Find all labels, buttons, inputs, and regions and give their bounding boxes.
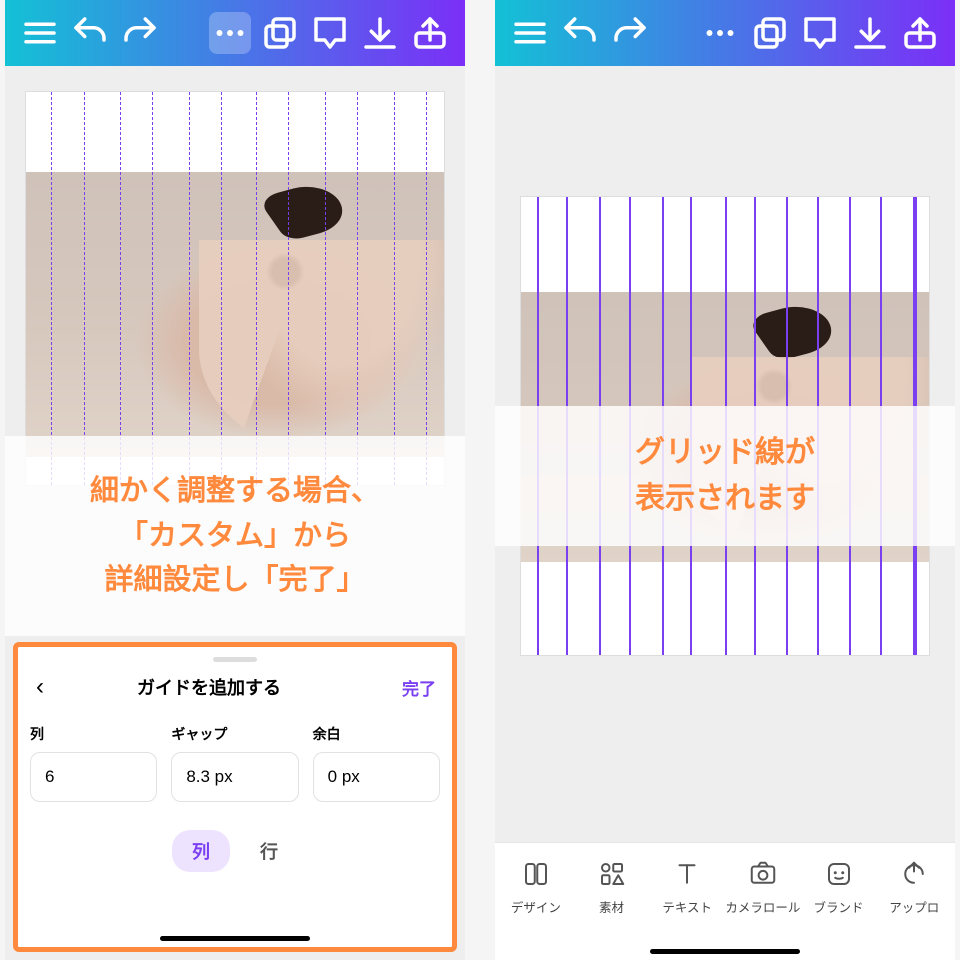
top-toolbar bbox=[5, 0, 465, 66]
nav-3[interactable]: カメラロール bbox=[726, 859, 800, 916]
menu-icon[interactable] bbox=[19, 12, 61, 54]
redo-icon[interactable] bbox=[609, 12, 651, 54]
gap-input[interactable]: 8.3 px bbox=[171, 752, 298, 802]
undo-icon[interactable] bbox=[69, 12, 111, 54]
phone-left: 細かく調整する場合、「カスタム」から詳細設定し「完了」 ‹ ガイドを追加する 完… bbox=[5, 0, 465, 960]
columns-label: 列 bbox=[30, 724, 157, 744]
comment-icon[interactable] bbox=[799, 12, 841, 54]
design-canvas[interactable] bbox=[25, 91, 445, 486]
instruction-overlay: グリッド線が表示されます bbox=[495, 406, 955, 546]
instruction-text: グリッド線が表示されます bbox=[635, 430, 815, 523]
bottom-toolbar: デザイン 素材 テキストカメラロールブランド アップロ bbox=[495, 842, 955, 960]
drag-handle[interactable] bbox=[213, 657, 257, 662]
nav-label: アップロ bbox=[889, 897, 939, 916]
nav-2[interactable]: テキスト bbox=[650, 859, 724, 916]
more-icon[interactable] bbox=[699, 12, 741, 54]
instruction-overlay: 細かく調整する場合、「カスタム」から詳細設定し「完了」 bbox=[5, 436, 465, 636]
editor-body: 細かく調整する場合、「カスタム」から詳細設定し「完了」 ‹ ガイドを追加する 完… bbox=[5, 66, 465, 960]
columns-input[interactable]: 6 bbox=[30, 752, 157, 802]
done-button[interactable]: 完了 bbox=[398, 671, 440, 704]
download-icon[interactable] bbox=[849, 12, 891, 54]
nav-0[interactable]: デザイン bbox=[499, 859, 573, 916]
comment-icon[interactable] bbox=[309, 12, 351, 54]
redo-icon[interactable] bbox=[119, 12, 161, 54]
photo-figure bbox=[256, 186, 444, 457]
share-icon[interactable] bbox=[409, 12, 451, 54]
tab-columns[interactable]: 列 bbox=[172, 830, 230, 872]
canvas-photo bbox=[26, 172, 444, 457]
editor-body: グリッド線が表示されます デザイン 素材 テキストカメラロールブランド アップロ bbox=[495, 66, 955, 960]
instruction-text: 細かく調整する場合、「カスタム」から詳細設定し「完了」 bbox=[90, 469, 380, 604]
home-indicator bbox=[650, 949, 800, 954]
margin-label: 余白 bbox=[313, 724, 440, 744]
margin-input[interactable]: 0 px bbox=[313, 752, 440, 802]
nav-1[interactable]: 素材 bbox=[575, 859, 649, 916]
stack-icon[interactable] bbox=[259, 12, 301, 54]
nav-5[interactable]: アップロ bbox=[877, 859, 951, 916]
panel-title: ガイドを追加する bbox=[20, 674, 398, 700]
nav-label: 素材 bbox=[599, 897, 624, 916]
nav-label: デザイン bbox=[511, 897, 561, 916]
nav-label: ブランド bbox=[814, 897, 864, 916]
undo-icon[interactable] bbox=[559, 12, 601, 54]
nav-label: テキスト bbox=[662, 897, 712, 916]
phone-right: グリッド線が表示されます デザイン 素材 テキストカメラロールブランド アップロ bbox=[495, 0, 955, 960]
home-indicator bbox=[160, 936, 310, 941]
top-toolbar bbox=[495, 0, 955, 66]
more-icon[interactable] bbox=[209, 12, 251, 54]
share-icon[interactable] bbox=[899, 12, 941, 54]
menu-icon[interactable] bbox=[509, 12, 551, 54]
download-icon[interactable] bbox=[359, 12, 401, 54]
tab-rows[interactable]: 行 bbox=[240, 830, 298, 872]
nav-4[interactable]: ブランド bbox=[802, 859, 876, 916]
gap-label: ギャップ bbox=[171, 724, 298, 744]
stack-icon[interactable] bbox=[749, 12, 791, 54]
nav-label: カメラロール bbox=[725, 897, 800, 916]
add-guide-panel: ‹ ガイドを追加する 完了 列 6 ギャップ 8.3 px 余白 0 bbox=[13, 642, 457, 952]
